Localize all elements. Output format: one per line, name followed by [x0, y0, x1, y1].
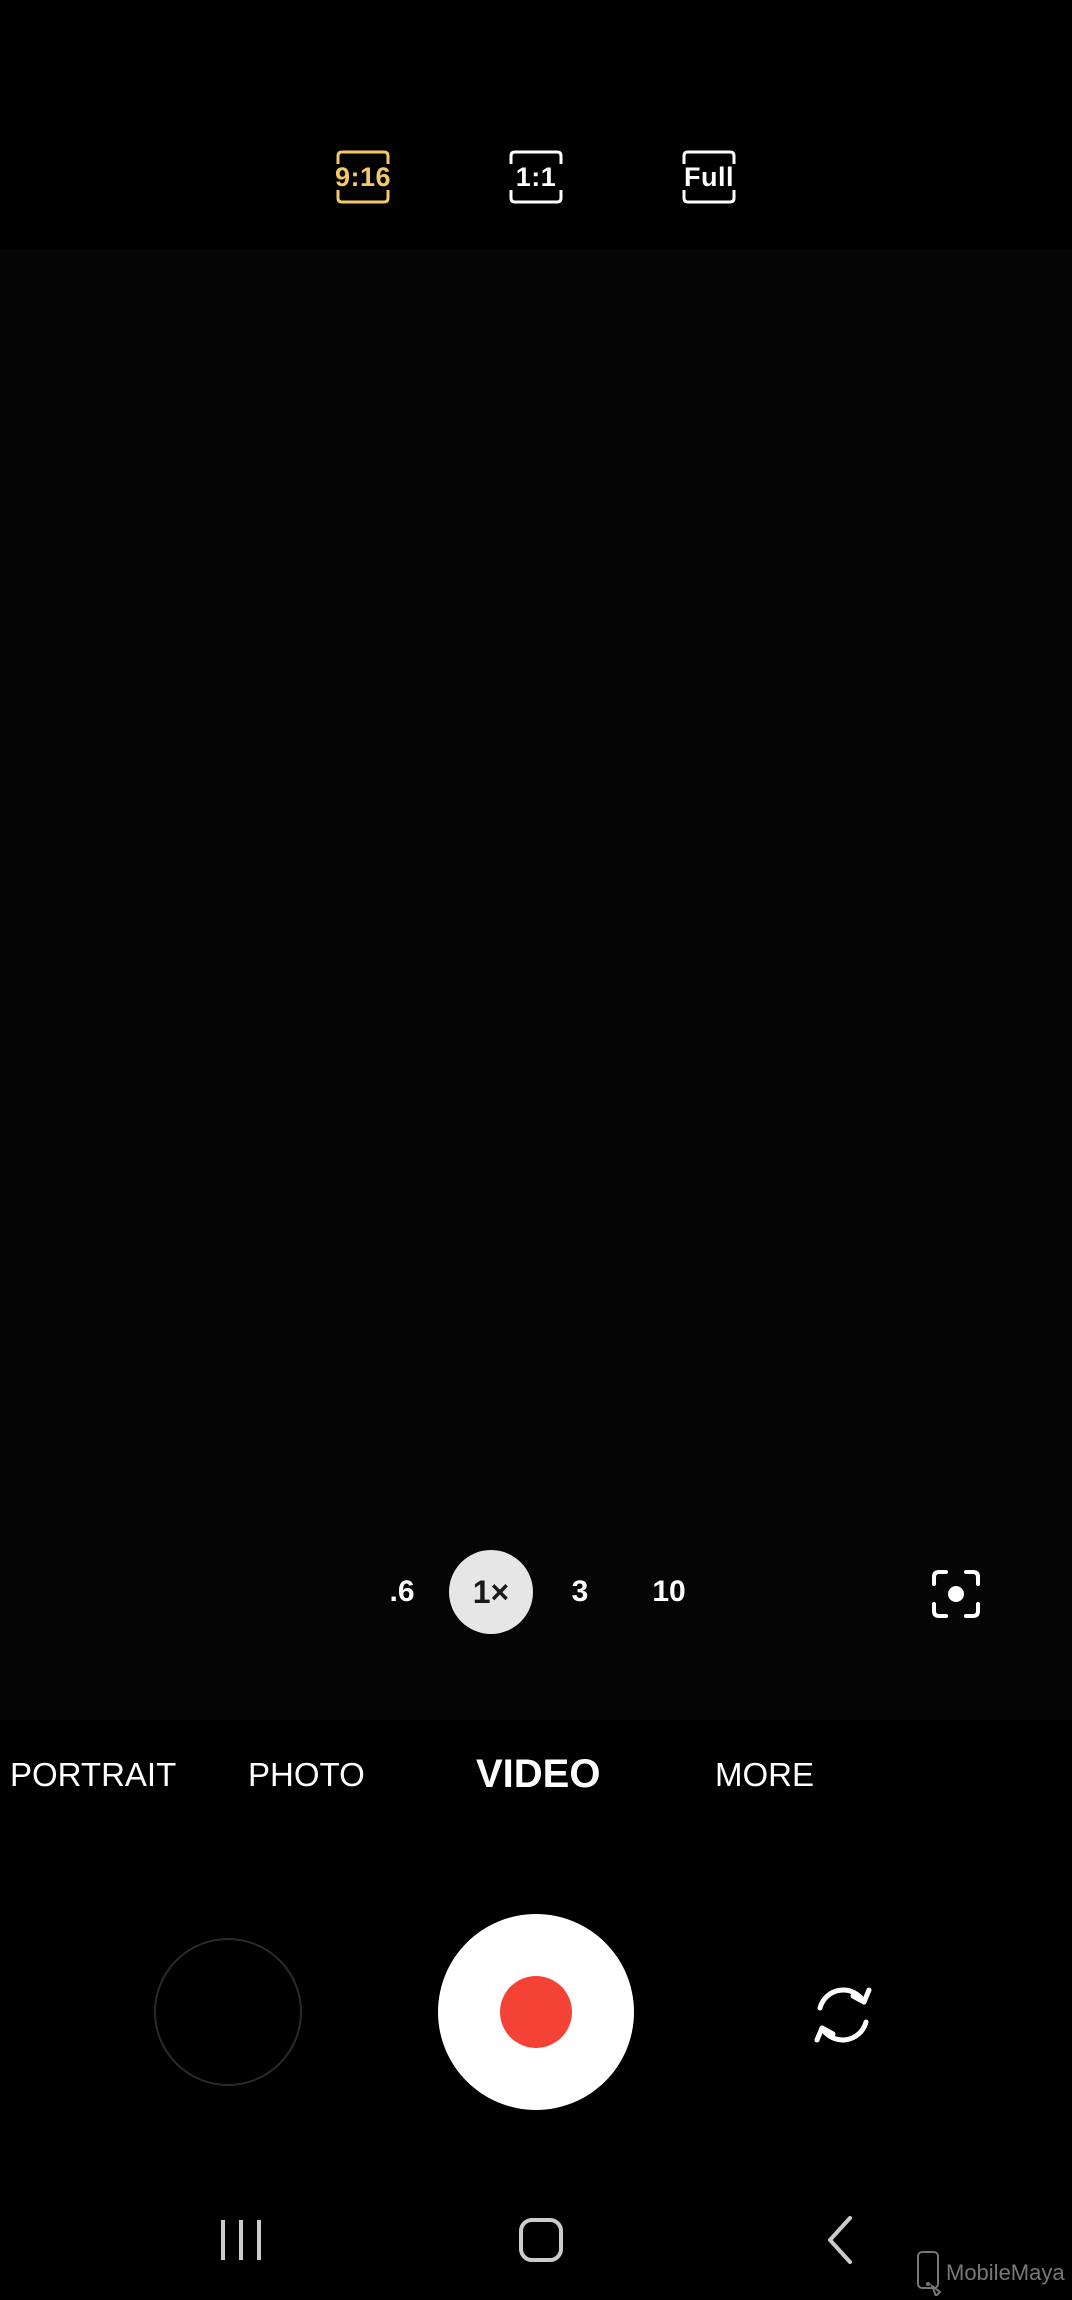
- watermark: MobileMaya: [916, 2250, 1065, 2296]
- mode-more-label: MORE: [715, 1756, 814, 1793]
- recents-icon[interactable]: [211, 2210, 271, 2270]
- switch-camera-icon[interactable]: [806, 1978, 880, 2052]
- zoom-3-label: 3: [571, 1575, 589, 1608]
- ratio-1-1-label: 1:1: [515, 161, 557, 192]
- ratio-9-16-label: 9:16: [334, 161, 392, 192]
- mode-more[interactable]: MORE: [715, 1756, 814, 1794]
- mode-video-label: VIDEO: [476, 1752, 601, 1796]
- mode-video[interactable]: VIDEO: [476, 1752, 600, 1797]
- zoom-3-button[interactable]: 3: [538, 1550, 622, 1634]
- mode-photo-label: PHOTO: [248, 1756, 365, 1793]
- record-button[interactable]: [438, 1914, 634, 2110]
- ratio-9-16-button[interactable]: 9:16: [334, 148, 392, 206]
- ratio-1-1-button[interactable]: 1:1: [507, 148, 565, 206]
- zoom-1x-button[interactable]: 1×: [449, 1550, 533, 1634]
- zoom-1x-label: 1×: [472, 1573, 510, 1610]
- home-icon[interactable]: [511, 2210, 571, 2270]
- mode-portrait[interactable]: PORTRAIT: [10, 1756, 176, 1794]
- zoom-0-6-label: .6: [389, 1575, 415, 1608]
- camera-viewfinder[interactable]: [0, 250, 1072, 1720]
- focus-target-icon[interactable]: [930, 1568, 982, 1620]
- system-navigation-bar: [0, 2180, 1072, 2300]
- phone-logo-icon: [917, 2251, 942, 2296]
- back-icon[interactable]: [812, 2210, 872, 2270]
- record-icon: [500, 1976, 572, 2048]
- mode-portrait-label: PORTRAIT: [10, 1756, 177, 1793]
- aspect-ratio-bar: 9:16 1:1 Full: [0, 0, 1072, 250]
- mode-photo[interactable]: PHOTO: [248, 1756, 365, 1794]
- zoom-0-6-button[interactable]: .6: [360, 1550, 444, 1634]
- zoom-10-button[interactable]: 10: [627, 1550, 711, 1634]
- gallery-thumbnail[interactable]: [154, 1938, 302, 2086]
- watermark-text: MobileMaya: [946, 2260, 1065, 2285]
- ratio-full-button[interactable]: Full: [680, 148, 738, 206]
- zoom-10-label: 10: [652, 1575, 686, 1608]
- ratio-full-label: Full: [684, 161, 734, 192]
